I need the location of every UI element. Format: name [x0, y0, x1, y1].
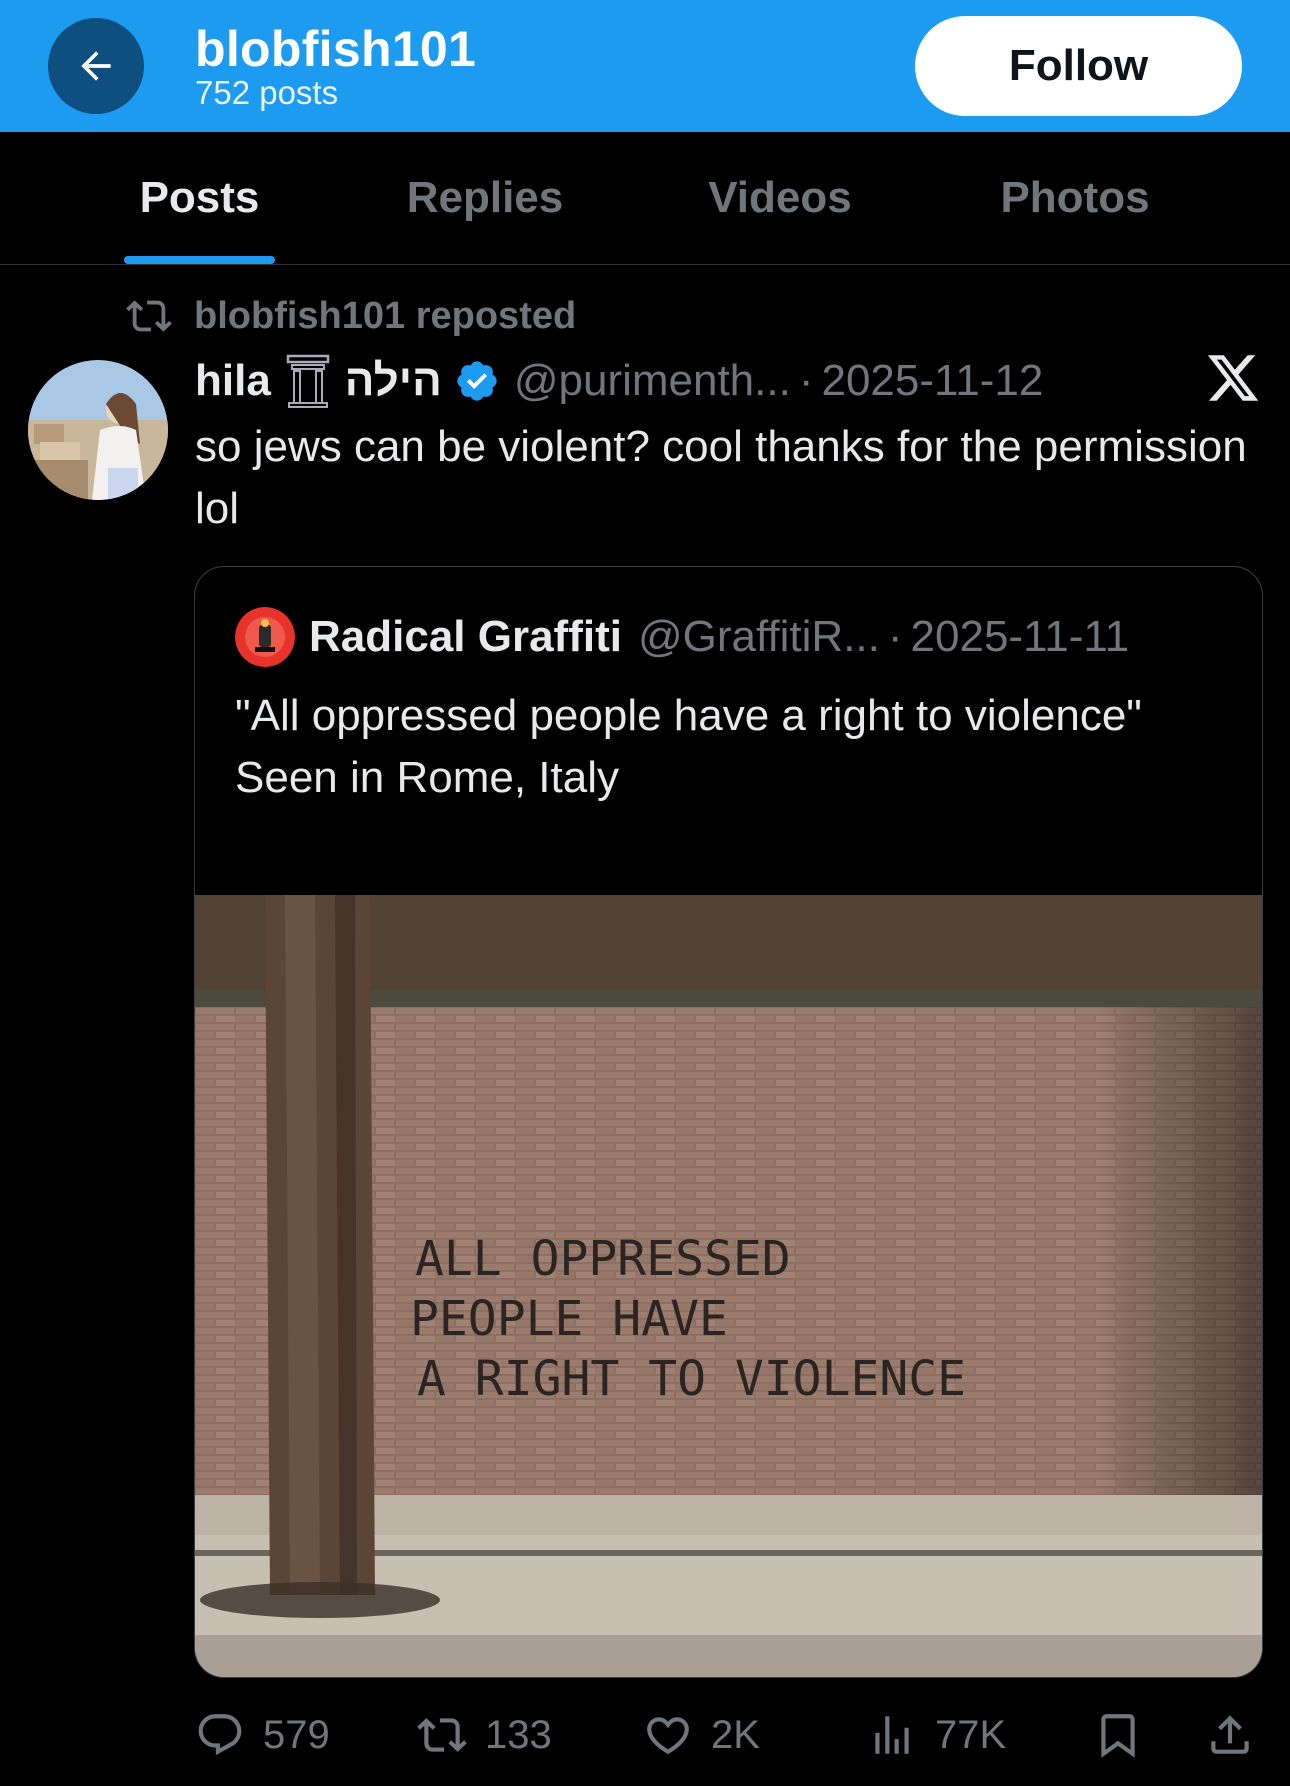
quoted-post-card[interactable]: Radical Graffiti @GraffitiR... · 2025-11…	[194, 566, 1263, 1678]
post-actions: 579 133 2K 77K	[195, 1700, 1275, 1770]
profile-tabs: Posts Replies Videos Photos	[0, 132, 1290, 265]
avatar[interactable]	[28, 360, 168, 500]
repost-icon	[126, 300, 172, 332]
tab-replies[interactable]: Replies	[390, 132, 580, 264]
post-author-name[interactable]: hila	[195, 356, 271, 406]
post-header: hila הילה @purimenth... · 2025-11-12	[195, 350, 1043, 412]
quoted-post-text-line: "All oppressed people have a right to vi…	[235, 691, 1142, 740]
repost-indicator: blobfish101 reposted	[126, 288, 576, 344]
quoted-author-name[interactable]: Radical Graffiti	[309, 612, 622, 662]
views-button[interactable]: 77K	[867, 1700, 1006, 1770]
tab-videos[interactable]: Videos	[690, 132, 870, 264]
quoted-author-avatar	[235, 607, 295, 667]
repost-text: blobfish101 reposted	[194, 294, 577, 337]
x-logo-icon	[1207, 355, 1259, 401]
back-button[interactable]	[48, 18, 144, 114]
like-count: 2K	[711, 1712, 760, 1757]
repost-count: 133	[485, 1712, 552, 1757]
repost-icon	[417, 1718, 467, 1752]
post-text: so jews can be violent? cool thanks for …	[195, 422, 1247, 533]
views-count: 77K	[935, 1712, 1007, 1757]
radical-graffiti-logo	[235, 607, 295, 667]
graffiti-line: A RIGHT TO VIOLENCE	[417, 1351, 966, 1407]
graffiti-wall-photo[interactable]: ALL OPPRESSED PEOPLE HAVE A RIGHT TO VIO…	[195, 895, 1263, 1678]
quoted-post-text: "All oppressed people have a right to vi…	[235, 685, 1235, 809]
post-author-handle[interactable]: @purimenth...	[514, 356, 791, 406]
tab-posts[interactable]: Posts	[124, 132, 275, 264]
repost-button[interactable]: 133	[417, 1700, 552, 1770]
separator-dot: ·	[887, 612, 903, 661]
graffiti-line: PEOPLE HAVE	[410, 1291, 728, 1347]
heart-icon	[647, 1717, 689, 1755]
quoted-author-handle[interactable]: @GraffitiR...	[638, 612, 880, 662]
quoted-post-date[interactable]: 2025-11-11	[911, 612, 1130, 662]
reply-button[interactable]: 579	[195, 1700, 330, 1770]
profile-header: blobfish101 752 posts Follow	[0, 0, 1290, 132]
quoted-post-text-line: Seen in Rome, Italy	[235, 753, 619, 802]
post-date[interactable]: 2025-11-12	[821, 356, 1043, 406]
arrow-left-icon	[81, 51, 111, 81]
quoted-post-header: Radical Graffiti @GraffitiR... · 2025-11…	[235, 607, 1129, 667]
verified-badge-icon	[457, 361, 497, 401]
separator-dot: ·	[798, 356, 814, 405]
gate-icon	[286, 354, 330, 408]
profile-post-count: 752 posts	[195, 74, 339, 111]
graffiti-line: ALL OPPRESSED	[415, 1231, 791, 1287]
avatar-photo	[28, 360, 168, 500]
tab-photos[interactable]: Photos	[985, 132, 1165, 264]
profile-username: blobfish101	[195, 21, 477, 77]
views-chart-icon	[875, 1716, 909, 1754]
share-icon	[1211, 1715, 1249, 1754]
share-button[interactable]	[1205, 1700, 1273, 1770]
active-tab-indicator	[124, 256, 275, 264]
bookmark-icon	[1101, 1714, 1135, 1758]
like-button[interactable]: 2K	[643, 1700, 760, 1770]
reply-icon	[198, 1714, 242, 1756]
follow-button[interactable]: Follow	[915, 16, 1242, 116]
reply-count: 579	[263, 1712, 330, 1757]
post-author-hebrew-name: הילה	[344, 356, 442, 405]
bookmark-button[interactable]	[1093, 1700, 1161, 1770]
